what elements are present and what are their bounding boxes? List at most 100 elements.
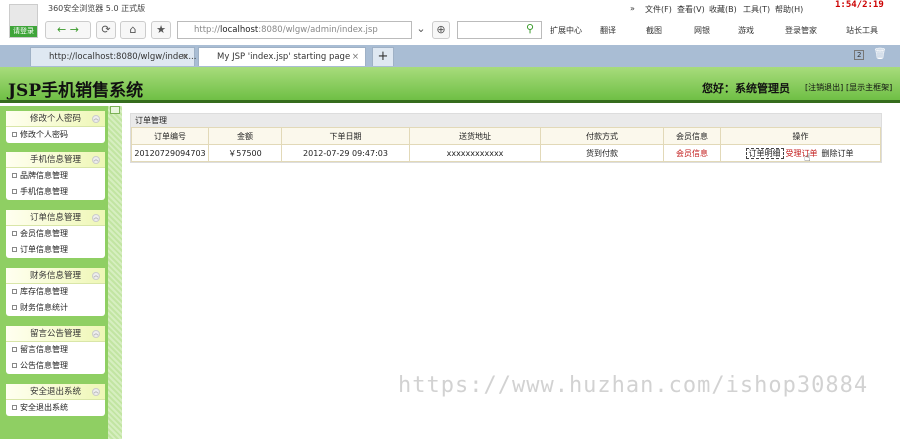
col-order-id: 订单编号: [131, 127, 209, 145]
tab-index[interactable]: http://localhost:8080/wlgw/index... ×: [30, 47, 197, 66]
new-tab-button[interactable]: +: [372, 47, 394, 66]
sidebar-section-finance: 财务信息管理 ︽ 库存信息管理 财务信息统计: [6, 268, 105, 316]
greeting: 您好：系统管理员: [702, 82, 790, 95]
shield-icon[interactable]: ⊕: [432, 21, 450, 39]
url-path: :8080/wlgw/admin/index.jsp: [258, 25, 378, 35]
section-header[interactable]: 留言公告管理 ︽: [6, 326, 105, 342]
menu-more[interactable]: »: [630, 4, 635, 13]
section-header[interactable]: 安全退出系统 ︽: [6, 384, 105, 400]
collapse-icon[interactable]: ︽: [92, 272, 100, 280]
delete-order-link[interactable]: 删除订单: [820, 149, 856, 158]
sidebar-item-change-password[interactable]: 修改个人密码: [6, 127, 105, 143]
menu-help[interactable]: 帮助(H): [775, 4, 803, 15]
order-payment: 货到付款: [540, 144, 664, 162]
sidebar-section-exit: 安全退出系统 ︽ 安全退出系统: [6, 384, 105, 416]
menu-favorites[interactable]: 收藏(B): [709, 4, 737, 15]
tool-translate[interactable]: 翻译: [600, 25, 616, 36]
clock-overlay: 1:54/2:19: [835, 0, 884, 10]
order-amount: ￥57500: [208, 144, 282, 162]
order-table: 订单编号 金额 下单日期 送货地址 付款方式 会员信息 操作 201207290…: [131, 127, 881, 162]
favorite-star-icon[interactable]: ★: [151, 21, 171, 39]
sidebar-item-stock[interactable]: 库存信息管理: [6, 284, 105, 300]
panel-title: 订单管理: [131, 114, 881, 127]
app-logo: JSP手机销售系统: [8, 81, 144, 101]
url-host: localhost: [220, 25, 259, 35]
refresh-icon[interactable]: ⟳: [96, 21, 116, 39]
login-label[interactable]: 请登录: [10, 26, 37, 37]
mouse-cursor-icon: ☝: [804, 151, 811, 164]
close-tab-icon[interactable]: ×: [352, 48, 359, 66]
sidebar-section-messages: 留言公告管理 ︽ 留言信息管理 公告信息管理: [6, 326, 105, 374]
col-actions: 操作: [720, 127, 881, 145]
col-amount: 金额: [208, 127, 282, 145]
accept-order-link[interactable]: 受理订单: [784, 149, 820, 158]
close-tab-icon[interactable]: ×: [181, 48, 188, 66]
section-title: 留言公告管理: [29, 329, 81, 339]
sidebar-section-password: 修改个人密码 ︽ 修改个人密码: [6, 111, 105, 143]
user-avatar[interactable]: 请登录: [9, 4, 38, 38]
table-row: 20120729094703 ￥57500 2012-07-29 09:47:0…: [131, 144, 881, 162]
dropdown-icon[interactable]: ⌄: [414, 21, 428, 39]
app-title: 360安全浏览器 5.0 正式版: [48, 4, 146, 13]
member-info-link[interactable]: 会员信息: [676, 149, 708, 158]
tab-active[interactable]: My JSP 'index.jsp' starting page ×: [198, 47, 366, 66]
back-forward-buttons[interactable]: ← →: [45, 21, 91, 39]
section-header[interactable]: 修改个人密码 ︽: [6, 111, 105, 127]
tool-webmaster[interactable]: 站长工具: [846, 25, 878, 36]
section-title: 安全退出系统: [29, 387, 81, 397]
table-header-row: 订单编号 金额 下单日期 送货地址 付款方式 会员信息 操作: [131, 127, 881, 145]
order-id: 20120729094703: [131, 144, 209, 162]
menu-file[interactable]: 文件(F): [645, 4, 672, 15]
collapse-icon[interactable]: ︽: [92, 214, 100, 222]
tab-count-icon[interactable]: 2: [854, 50, 865, 60]
tool-extensions[interactable]: 扩展中心: [550, 25, 582, 36]
order-address: xxxxxxxxxxxx: [409, 144, 541, 162]
tool-banking[interactable]: 网银: [694, 25, 710, 36]
collapse-icon[interactable]: ︽: [92, 388, 100, 396]
sidebar-section-phone: 手机信息管理 ︽ 品牌信息管理 手机信息管理: [6, 152, 105, 200]
col-address: 送货地址: [409, 127, 541, 145]
section-header[interactable]: 财务信息管理 ︽: [6, 268, 105, 284]
section-title: 修改个人密码: [29, 114, 81, 124]
section-title: 手机信息管理: [29, 155, 81, 165]
col-member: 会员信息: [663, 127, 721, 145]
tool-games[interactable]: 游戏: [738, 25, 754, 36]
sidebar-section-order: 订单信息管理 ︽ 会员信息管理 订单信息管理: [6, 210, 105, 258]
trash-icon[interactable]: 🗑: [873, 47, 887, 60]
order-panel: 订单管理 订单编号 金额 下单日期 送货地址 付款方式 会员信息 操作 2012…: [130, 113, 882, 163]
col-payment: 付款方式: [540, 127, 664, 145]
tool-login-manager[interactable]: 登录管家: [785, 25, 817, 36]
home-icon[interactable]: ⌂: [120, 21, 146, 39]
section-title: 订单信息管理: [29, 213, 81, 223]
logout-link[interactable]: [注销退出]: [805, 82, 843, 93]
sidebar-item-exit[interactable]: 安全退出系统: [6, 400, 105, 416]
collapse-icon[interactable]: ︽: [92, 115, 100, 123]
col-date: 下单日期: [281, 127, 410, 145]
search-icon[interactable]: ⚲: [518, 21, 542, 39]
watermark: https://www.huzhan.com/ishop30884: [398, 373, 869, 398]
menu-tools[interactable]: 工具(T): [743, 4, 770, 15]
show-frame-link[interactable]: [显示主框架]: [846, 82, 892, 93]
collapse-icon[interactable]: ︽: [92, 156, 100, 164]
order-detail-link[interactable]: 订单明细: [745, 147, 784, 159]
sidebar-item-order[interactable]: 订单信息管理: [6, 242, 105, 258]
url-prefix: http://: [194, 25, 221, 35]
collapse-icon[interactable]: ︽: [92, 330, 100, 338]
tool-screenshot[interactable]: 截图: [646, 25, 662, 36]
sidebar-item-finance-stats[interactable]: 财务信息统计: [6, 300, 105, 316]
sidebar-item-notices[interactable]: 公告信息管理: [6, 358, 105, 374]
tab-label: http://localhost:8080/wlgw/index...: [49, 52, 197, 62]
sidebar-item-member[interactable]: 会员信息管理: [6, 226, 105, 242]
order-date: 2012-07-29 09:47:03: [281, 144, 410, 162]
section-title: 财务信息管理: [29, 271, 81, 281]
sidebar-item-messages[interactable]: 留言信息管理: [6, 342, 105, 358]
sidebar-item-brand[interactable]: 品牌信息管理: [6, 168, 105, 184]
sidebar-toggle[interactable]: [110, 106, 120, 114]
tab-label: My JSP 'index.jsp' starting page: [217, 52, 351, 62]
sidebar-item-phone[interactable]: 手机信息管理: [6, 184, 105, 200]
menu-view[interactable]: 查看(V): [677, 4, 705, 15]
address-bar[interactable]: http://localhost:8080/wlgw/admin/index.j…: [177, 21, 412, 39]
sidebar-splitter[interactable]: [108, 106, 122, 439]
section-header[interactable]: 订单信息管理 ︽: [6, 210, 105, 226]
section-header[interactable]: 手机信息管理 ︽: [6, 152, 105, 168]
